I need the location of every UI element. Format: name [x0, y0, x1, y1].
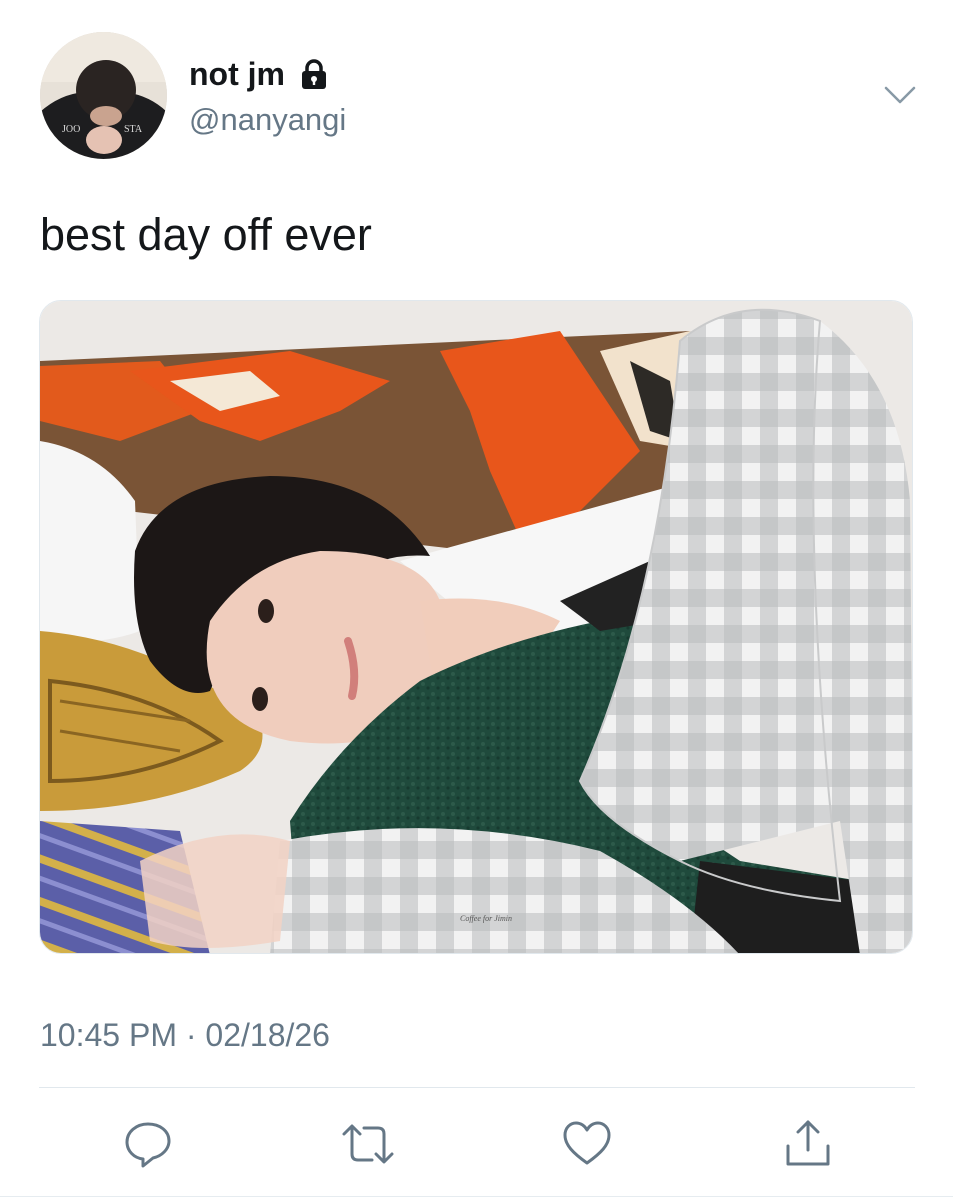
like-icon — [563, 1121, 611, 1165]
photo: Coffee for Jimin — [40, 301, 912, 953]
reply-button[interactable] — [122, 1118, 174, 1170]
lock-icon — [297, 57, 331, 91]
bottom-divider — [0, 1196, 953, 1197]
tweet: JOO STA not jm @nanyangi best day off ev… — [0, 0, 953, 1200]
svg-text:JOO: JOO — [62, 124, 80, 135]
share-button[interactable] — [782, 1118, 834, 1170]
tweet-media[interactable]: Coffee for Jimin — [39, 300, 913, 954]
reply-icon — [125, 1122, 171, 1168]
timestamp-row: 10:45 PM · 02/18/26 — [40, 1012, 330, 1058]
timestamp-separator: · — [185, 1017, 197, 1053]
tweet-text: best day off ever — [40, 209, 372, 260]
divider — [39, 1087, 915, 1088]
retweet-button[interactable] — [340, 1118, 394, 1170]
chevron-down-icon[interactable] — [880, 80, 920, 112]
avatar[interactable]: JOO STA — [40, 32, 167, 159]
display-name[interactable]: not jm — [189, 50, 285, 98]
svg-text:STA: STA — [124, 124, 143, 135]
media-watermark: Coffee for Jimin — [460, 914, 512, 923]
author-names: not jm @nanyangi — [189, 50, 346, 140]
handle[interactable]: @nanyangi — [189, 100, 346, 140]
avatar-photo: JOO STA — [40, 32, 167, 159]
tweet-date[interactable]: 02/18/26 — [205, 1017, 330, 1053]
share-icon — [786, 1120, 830, 1166]
display-name-row: not jm — [189, 50, 346, 98]
tweet-time[interactable]: 10:45 PM — [40, 1017, 177, 1053]
retweet-icon — [342, 1124, 394, 1164]
like-button[interactable] — [561, 1118, 613, 1170]
